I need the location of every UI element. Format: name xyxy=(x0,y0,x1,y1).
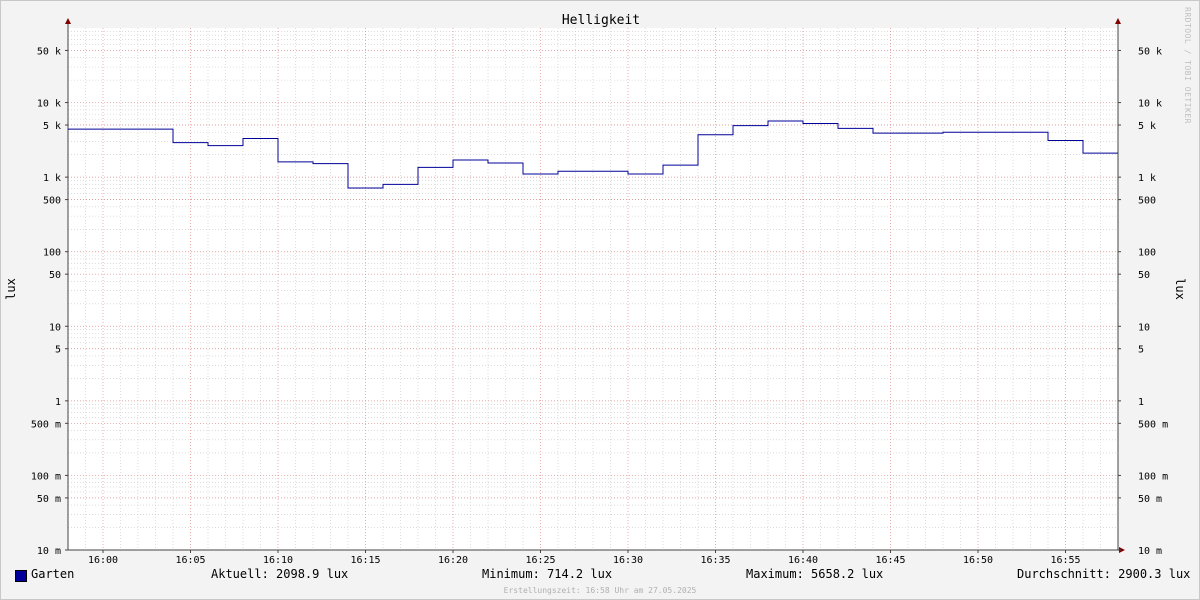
chart-svg: 10 m 10 m 50 m 50 m 100 m 100 m 500 m 500 m 1 1 5 5… xyxy=(4,13,1187,566)
x-tick-label: 16:55 xyxy=(1050,555,1080,566)
y-tick-label-right: 50 m xyxy=(1138,494,1162,505)
y-tick-label-left: 50 xyxy=(49,270,61,281)
y-tick-label-right: 500 xyxy=(1138,196,1156,207)
x-tick-label: 16:15 xyxy=(350,555,380,566)
y-tick-label-right: 10 k xyxy=(1138,99,1162,110)
y-tick-label-left: 10 xyxy=(49,322,61,333)
y-tick-label-left: 50 m xyxy=(37,494,61,505)
y-tick-label-right: 10 xyxy=(1138,322,1150,333)
legend-series-label: Garten xyxy=(31,567,75,581)
y-tick-label-right: 50 k xyxy=(1138,46,1162,57)
y-tick-label-left: 1 k xyxy=(43,173,61,184)
y-axis-arrow-right xyxy=(1115,18,1121,24)
x-tick-label: 16:10 xyxy=(263,555,293,566)
x-tick-label: 16:30 xyxy=(613,555,643,566)
chart-root: 10 m 10 m 50 m 50 m 100 m 100 m 500 m 500 m 1 1 5 5… xyxy=(0,0,1200,600)
y-tick-label-right: 10 m xyxy=(1138,546,1162,557)
y-tick-label-left: 10 m xyxy=(37,546,61,557)
x-tick-label: 16:00 xyxy=(88,555,118,566)
y-tick-label-left: 100 m xyxy=(31,471,61,482)
rrdtool-watermark: RRDTOOL / TOBI OETIKER xyxy=(1183,7,1192,124)
legend-average: Durchschnitt: 2900.3 lux xyxy=(1017,567,1191,581)
y-tick-label-right: 1 xyxy=(1138,397,1144,408)
y-tick-label-right: 1 k xyxy=(1138,173,1156,184)
y-axis-label-left: lux xyxy=(4,278,18,300)
y-tick-label-left: 10 k xyxy=(37,99,61,110)
y-axis-label-right: lux xyxy=(1173,278,1187,300)
y-tick-label-right: 50 xyxy=(1138,270,1150,281)
legend-minimum: Minimum: 714.2 lux xyxy=(482,567,613,581)
footer-timestamp: Erstellungszeit: 16:58 Uhr am 27.05.2025 xyxy=(503,586,697,595)
chart-title: Helligkeit xyxy=(562,13,640,28)
y-axis-arrow-left xyxy=(65,18,71,24)
y-tick-label-left: 500 m xyxy=(31,419,61,430)
y-tick-label-right: 5 k xyxy=(1138,121,1156,132)
x-tick-label: 16:50 xyxy=(963,555,993,566)
x-tick-label: 16:35 xyxy=(700,555,730,566)
y-tick-label-left: 100 xyxy=(43,248,61,259)
y-tick-label-left: 500 xyxy=(43,196,61,207)
x-tick-label: 16:25 xyxy=(525,555,555,566)
y-tick-label-left: 1 xyxy=(55,397,61,408)
y-tick-label-right: 100 xyxy=(1138,248,1156,259)
x-tick-label: 16:05 xyxy=(175,555,205,566)
y-tick-label-right: 500 m xyxy=(1138,419,1168,430)
x-tick-label: 16:20 xyxy=(438,555,468,566)
legend-maximum: Maximum: 5658.2 lux xyxy=(746,567,884,581)
x-tick-label: 16:45 xyxy=(875,555,905,566)
legend: Garten Aktuell: 2098.9 lux Minimum: 714.… xyxy=(1,567,1199,585)
legend-current: Aktuell: 2098.9 lux xyxy=(211,567,349,581)
x-tick-label: 16:40 xyxy=(788,555,818,566)
y-tick-label-right: 5 xyxy=(1138,345,1144,356)
y-tick-label-left: 50 k xyxy=(37,46,61,57)
y-tick-label-right: 100 m xyxy=(1138,471,1168,482)
y-tick-label-left: 5 k xyxy=(43,121,61,132)
y-tick-label-left: 5 xyxy=(55,345,61,356)
legend-swatch-garten xyxy=(15,570,27,582)
